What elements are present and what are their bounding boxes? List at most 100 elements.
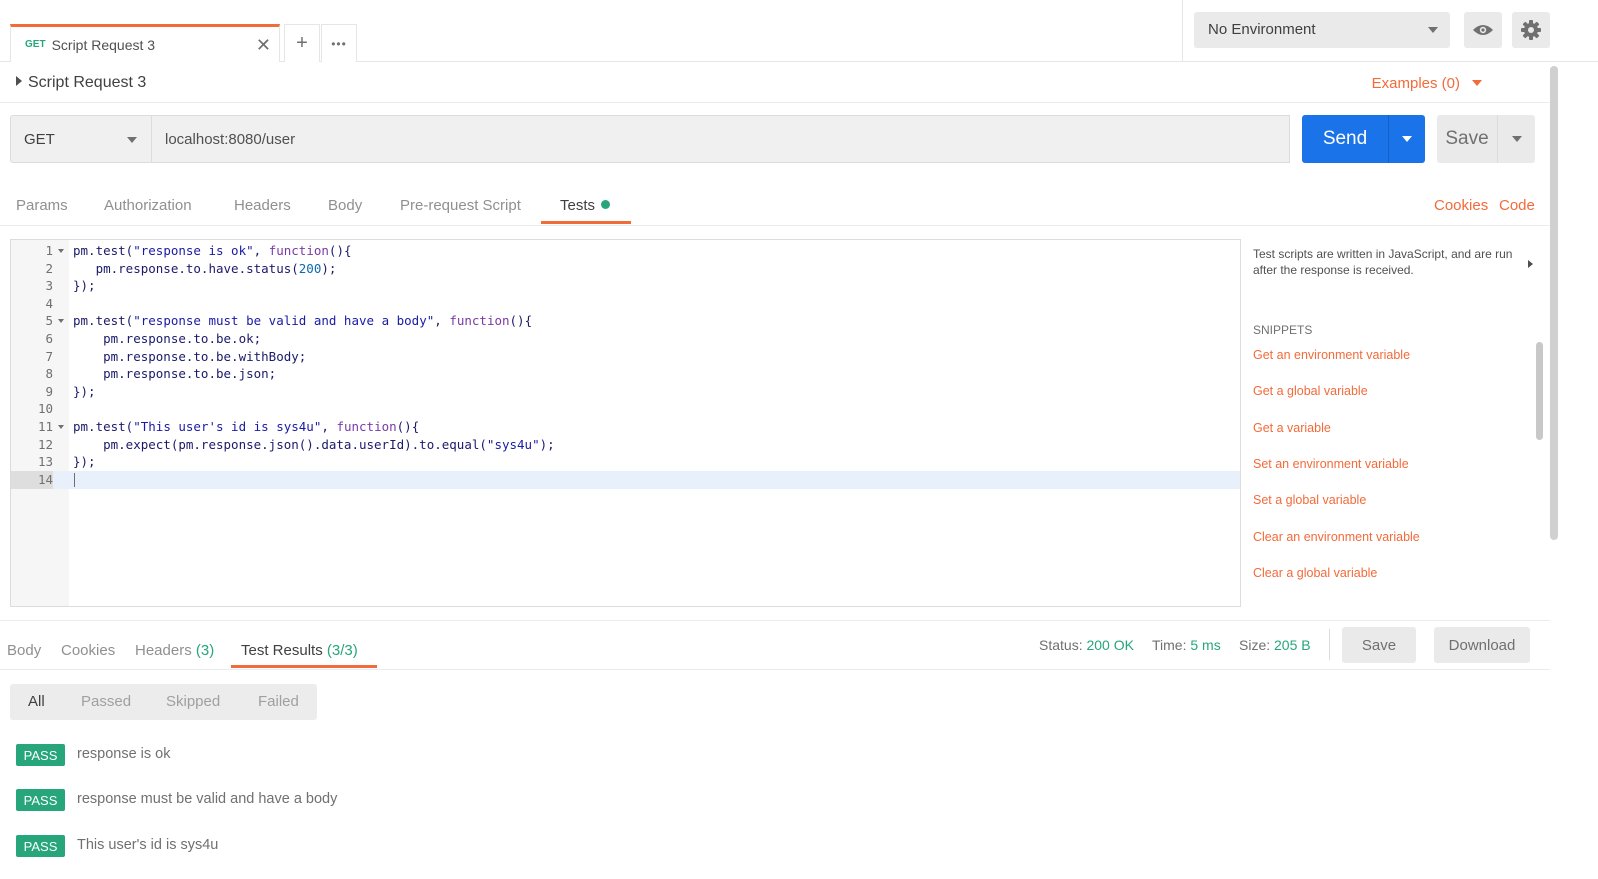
code-text: }); [73, 383, 96, 399]
snippet-link[interactable]: Get a global variable [1253, 384, 1368, 398]
url-input[interactable] [152, 115, 1290, 163]
response-tab-test-results[interactable]: Test Results (3/3) [241, 642, 358, 659]
request-name[interactable]: Script Request 3 [16, 74, 146, 92]
snippets-scrollbar[interactable] [1536, 342, 1543, 440]
fold-caret-icon[interactable] [58, 425, 64, 429]
filter-skipped[interactable]: Skipped [166, 693, 220, 710]
chevron-down-icon [1402, 136, 1412, 142]
examples-dropdown[interactable]: Examples (0) [1372, 75, 1482, 92]
plus-icon: + [296, 32, 308, 54]
time-value[interactable]: 5 ms [1190, 637, 1220, 653]
tab-pre-request-script[interactable]: Pre-request Script [400, 197, 521, 214]
tab-tests[interactable]: Tests [560, 197, 611, 214]
line-number: 10 [37, 401, 53, 417]
line-number: 4 [45, 295, 53, 311]
filter-failed[interactable]: Failed [258, 693, 299, 710]
code-link[interactable]: Code [1499, 197, 1535, 214]
code-line[interactable]: 3}); [11, 277, 1240, 295]
settings-button[interactable] [1512, 12, 1550, 48]
request-tab[interactable]: GET Script Request 3 ✕ [10, 24, 280, 62]
method-select[interactable]: GET [10, 115, 152, 163]
send-options-button[interactable] [1388, 115, 1425, 163]
code-text: pm.expect(pm.response.json().data.userId… [73, 436, 555, 452]
line-number: 6 [45, 331, 53, 346]
code-line[interactable]: 5 pm.test("response must be valid and hav… [11, 312, 1240, 330]
code-line[interactable]: 1 pm.test("response is ok", function(){ [11, 242, 1240, 260]
fold-caret-icon[interactable] [58, 249, 64, 253]
more-tabs-button[interactable]: ••• [321, 24, 357, 62]
response-tab-body[interactable]: Body [7, 642, 41, 659]
environment-quick-look-button[interactable] [1464, 12, 1502, 48]
size-value[interactable]: 205 B [1274, 637, 1311, 653]
chevron-down-icon [1512, 136, 1522, 142]
filter-all[interactable]: All [28, 693, 45, 710]
eye-icon [1473, 25, 1493, 35]
line-number: 8 [45, 366, 53, 382]
code-line[interactable]: 7 pm.response.to.be.withBody; [11, 348, 1240, 366]
snippet-link[interactable]: Set an environment variable [1253, 457, 1409, 471]
code-line[interactable]: 10 [11, 400, 1240, 418]
tab-headers[interactable]: Headers [234, 197, 291, 214]
snippet-link[interactable]: Clear a global variable [1253, 566, 1377, 580]
code-line[interactable]: 13}); [11, 453, 1240, 471]
request-name-row: Script Request 3 Examples (0) [0, 63, 1550, 103]
divider [1329, 629, 1330, 660]
line-number: 1 [45, 243, 53, 258]
response-tab-cookies[interactable]: Cookies [61, 642, 115, 659]
fold-caret-icon[interactable] [58, 319, 64, 324]
status-value[interactable]: 200 OK [1086, 637, 1133, 653]
save-response-button[interactable]: Save [1342, 627, 1416, 663]
snippet-link[interactable]: Get an environment variable [1253, 348, 1410, 362]
close-icon[interactable]: ✕ [256, 35, 271, 56]
active-response-tab-indicator [231, 665, 377, 668]
save-button[interactable]: Save [1437, 115, 1497, 163]
active-tab-indicator [541, 221, 631, 224]
download-response-button[interactable]: Download [1434, 627, 1530, 663]
line-number: 14 [11, 470, 53, 489]
code-line[interactable]: 4 [11, 295, 1240, 313]
response-tab-headers[interactable]: Headers (3) [135, 642, 214, 659]
test-results-filter: All Passed Skipped Failed [10, 684, 317, 720]
environment-select[interactable]: No Environment [1194, 12, 1450, 48]
pass-badge: PASS [16, 789, 65, 811]
snippets-heading: SNIPPETS [1253, 323, 1313, 337]
snippet-link[interactable]: Clear an environment variable [1253, 530, 1420, 544]
code-line[interactable]: 9}); [11, 383, 1240, 401]
response-tabs: Body Cookies Headers (3) Test Results (3… [0, 620, 1550, 670]
tab-params[interactable]: Params [16, 197, 68, 214]
chevron-down-icon [127, 137, 137, 143]
send-button[interactable]: Send [1302, 115, 1388, 163]
tab-method: GET [25, 39, 46, 50]
status-meta: Status: 200 OK [1039, 637, 1134, 653]
line-number: 7 [45, 348, 53, 364]
chevron-down-icon [1472, 80, 1482, 86]
code-line[interactable]: 11 pm.test("This user's id is sys4u", fun… [11, 418, 1240, 436]
time-meta: Time: 5 ms [1152, 637, 1221, 653]
url-bar: GET [10, 115, 1290, 163]
snippet-link[interactable]: Set a global variable [1253, 493, 1366, 507]
code-line[interactable]: 2 pm.response.to.have.status(200); [11, 260, 1240, 278]
tests-editor[interactable]: 1 pm.test("response is ok", function(){2 … [10, 239, 1241, 607]
code-text: pm.response.to.be.ok; [73, 331, 262, 346]
code-line[interactable]: 14 [11, 470, 1240, 489]
line-number: 2 [45, 260, 53, 276]
status-dot [601, 200, 611, 209]
new-tab-button[interactable]: + [284, 24, 320, 62]
tab-authorization[interactable]: Authorization [104, 197, 192, 214]
collapse-panel-icon[interactable] [1528, 260, 1533, 268]
tab-title: Script Request 3 [51, 36, 156, 53]
filter-passed[interactable]: Passed [81, 693, 131, 710]
snippets-panel: Test scripts are written in JavaScript, … [1241, 239, 1545, 607]
snippets-description: Test scripts are written in JavaScript, … [1253, 247, 1513, 277]
page-scrollbar[interactable] [1550, 66, 1558, 540]
code-line[interactable]: 8 pm.response.to.be.json; [11, 365, 1240, 383]
tab-body[interactable]: Body [328, 197, 362, 214]
cookies-link[interactable]: Cookies [1434, 197, 1488, 214]
headers-count: (3) [195, 642, 215, 659]
line-number: 11 [37, 419, 53, 434]
snippet-link[interactable]: Get a variable [1253, 421, 1331, 435]
code-line[interactable]: 12 pm.expect(pm.response.json().data.use… [11, 436, 1240, 454]
text-cursor [74, 472, 75, 487]
code-line[interactable]: 6 pm.response.to.be.ok; [11, 330, 1240, 348]
save-options-button[interactable] [1497, 115, 1535, 163]
